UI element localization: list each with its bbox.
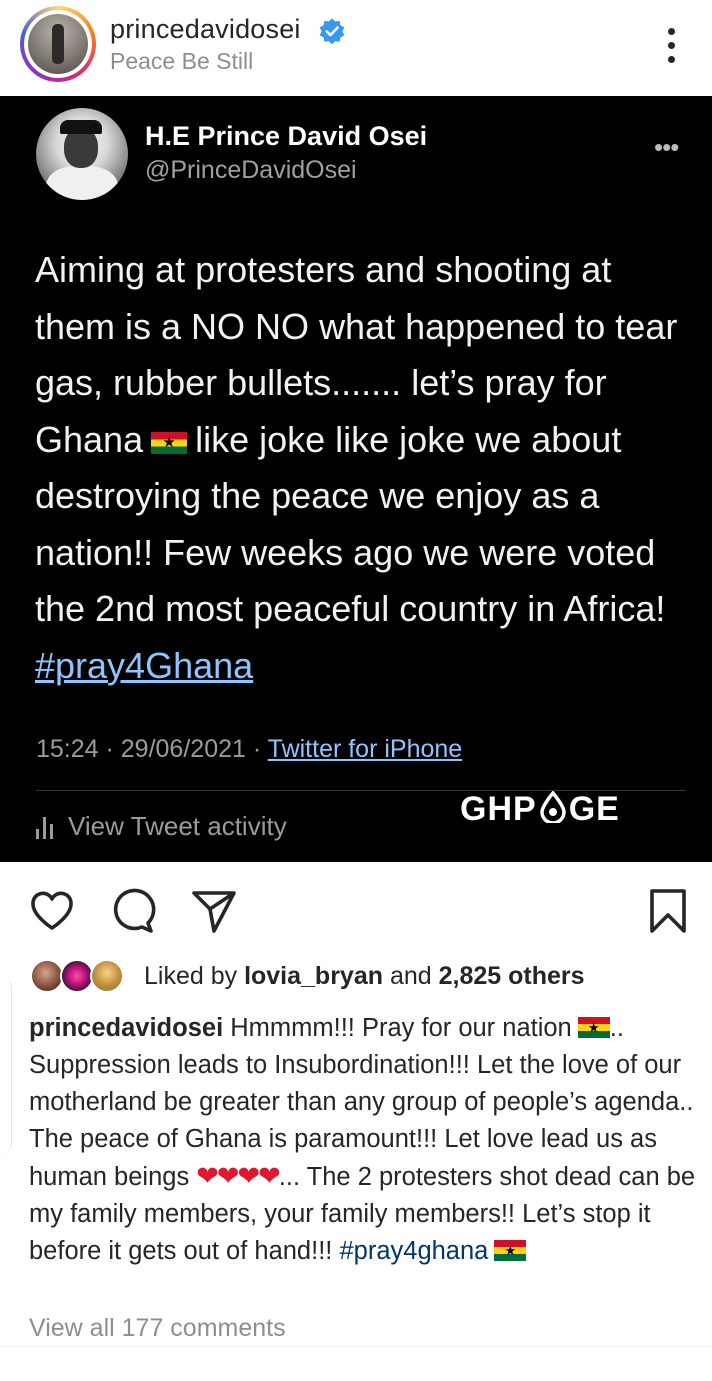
likes-count[interactable]: 2,825 others [439, 962, 585, 990]
tweet-timestamp: 15:24 · 29/06/2021 · [36, 735, 268, 763]
ghpage-drop-icon [539, 790, 566, 825]
tweet-handle: @PrinceDavidOsei [145, 156, 357, 184]
profile-avatar[interactable] [20, 6, 96, 82]
side-panel-edge [0, 975, 12, 1155]
analytics-icon [36, 817, 56, 839]
profile-photo [28, 14, 88, 74]
post-username[interactable]: princedavidosei [110, 14, 301, 45]
likes-summary[interactable]: Liked by lovia_bryan and 2,825 others [144, 962, 585, 991]
ghana-flag-icon [494, 1240, 527, 1261]
tweet-hashtag: #pray4Ghana [35, 644, 254, 686]
tweet-display-name: H.E Prince David Osei [145, 121, 428, 151]
verified-badge-icon [319, 18, 345, 45]
heart-icon[interactable] [28, 887, 76, 935]
tweet-activity: View Tweet activity [36, 811, 287, 842]
send-icon[interactable] [190, 887, 238, 935]
post-caption: princedavidosei Hmmmm!!! Pray for our na… [29, 1010, 701, 1270]
ghpage-watermark: GHP GE [460, 790, 620, 828]
liker-username[interactable]: lovia_bryan [244, 962, 383, 990]
divider [0, 1346, 712, 1347]
tweet-activity-label: View Tweet activity [68, 811, 287, 841]
ghana-flag-icon [151, 431, 188, 454]
caption-username[interactable]: princedavidosei [29, 1014, 223, 1042]
post-actions [0, 862, 712, 952]
bookmark-icon[interactable] [644, 887, 692, 935]
tweet-text: Aiming at protesters and shooting at the… [35, 242, 685, 694]
comment-icon[interactable] [108, 887, 156, 935]
ghana-flag-icon [577, 1017, 610, 1038]
post-header: princedavidosei Peace Be Still [0, 0, 712, 96]
caption-hashtag[interactable]: #pray4ghana [339, 1237, 488, 1265]
tweet-more-icon: ••• [654, 132, 679, 162]
post-location[interactable]: Peace Be Still [110, 48, 253, 75]
tweet-source: Twitter for iPhone [267, 735, 463, 763]
more-vertical-icon[interactable] [664, 26, 678, 66]
tweet-avatar [36, 108, 128, 200]
view-all-comments-link[interactable]: View all 177 comments [29, 1314, 286, 1343]
tweet-meta: 15:24 · 29/06/2021 · Twitter for iPhone [36, 735, 462, 764]
red-hearts-emoji: ❤❤❤❤ [196, 1161, 280, 1191]
